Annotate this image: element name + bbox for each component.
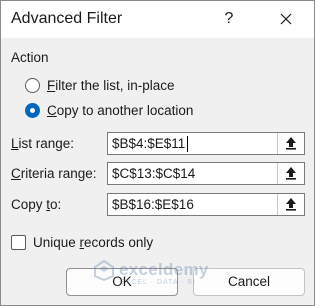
close-button[interactable] bbox=[273, 7, 299, 31]
copy-to-label: Copy to: bbox=[11, 197, 62, 212]
advanced-filter-dialog: Advanced Filter ? Action Filter the list… bbox=[0, 0, 315, 306]
radio-label-rest: opy to another location bbox=[56, 102, 194, 118]
dialog-title: Advanced Filter bbox=[11, 10, 123, 27]
radio-button-selected[interactable] bbox=[25, 102, 40, 118]
criteria-range-input[interactable]: $C$13:$C$14 bbox=[107, 162, 305, 185]
radio-label-rest: ilter the list, in-place bbox=[55, 77, 175, 93]
copy-to-collapse-button[interactable] bbox=[277, 194, 304, 215]
criteria-range-collapse-button[interactable] bbox=[277, 163, 304, 184]
collapse-arrow-icon bbox=[286, 137, 296, 150]
ok-button[interactable]: OK bbox=[66, 268, 178, 296]
unique-records-label: Unique records only bbox=[33, 234, 154, 250]
help-button[interactable]: ? bbox=[217, 7, 241, 31]
text-caret bbox=[187, 136, 188, 152]
copy-to-input[interactable]: $B$16:$E$16 bbox=[107, 193, 305, 216]
criteria-range-label: Criteria range: bbox=[11, 166, 97, 181]
action-section-label: Action bbox=[11, 50, 49, 65]
title-bar: Advanced Filter ? bbox=[1, 1, 314, 38]
close-icon bbox=[280, 13, 292, 25]
cancel-button[interactable]: Cancel bbox=[193, 268, 305, 296]
radio-copy-to-location[interactable]: Copy to another location bbox=[25, 100, 193, 120]
radio-filter-in-place[interactable]: Filter the list, in-place bbox=[25, 75, 175, 95]
list-range-label: List range: bbox=[11, 136, 75, 151]
list-range-collapse-button[interactable] bbox=[277, 133, 304, 154]
radio-label: Filter the list, in-place bbox=[47, 77, 175, 93]
radio-label: Copy to another location bbox=[47, 102, 194, 118]
collapse-arrow-icon bbox=[286, 198, 296, 211]
list-range-value: $B$4:$E$11 bbox=[112, 136, 186, 151]
list-range-input[interactable]: $B$4:$E$11 bbox=[107, 132, 305, 155]
unique-records-checkbox[interactable] bbox=[11, 234, 26, 250]
criteria-range-value: $C$13:$C$14 bbox=[112, 166, 196, 181]
unique-records-checkbox-row[interactable]: Unique records only bbox=[11, 233, 153, 251]
copy-to-value: $B$16:$E$16 bbox=[112, 197, 194, 212]
collapse-arrow-icon bbox=[286, 167, 296, 180]
radio-button[interactable] bbox=[25, 77, 40, 93]
